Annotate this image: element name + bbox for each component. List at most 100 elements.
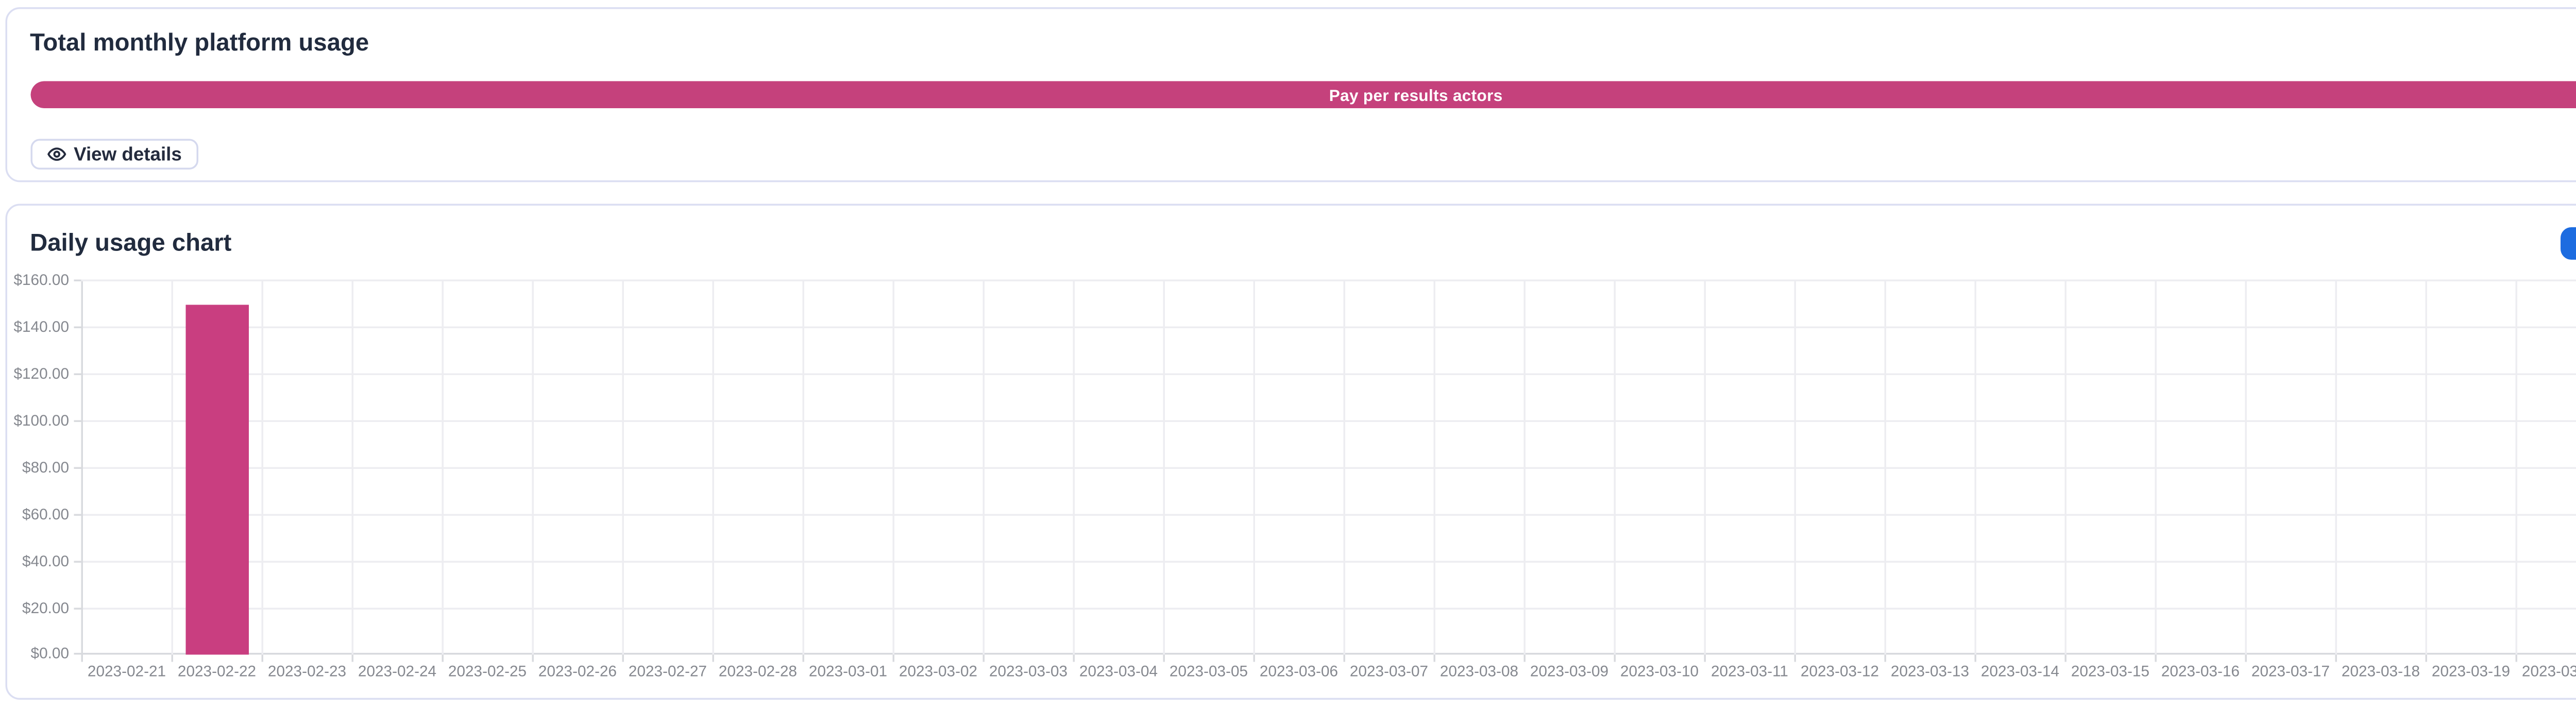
x-axis-label: 2023-03-09: [1524, 663, 1615, 683]
v-gridline: [442, 281, 444, 655]
v-gridline: [1614, 281, 1616, 655]
v-gridline: [892, 281, 894, 655]
h-gridline: [82, 327, 2576, 329]
x-axis-tick: [1704, 654, 1706, 662]
x-axis-tick: [2245, 654, 2247, 662]
v-gridline: [2245, 281, 2247, 655]
x-axis-label: 2023-03-17: [2246, 663, 2336, 683]
eye-icon: [47, 144, 67, 164]
y-axis-label: $20.00: [7, 598, 69, 618]
x-axis-label: 2023-02-27: [623, 663, 713, 683]
x-axis-tick: [2155, 654, 2157, 662]
page: Total monthly platform usage $150.00 Pay…: [0, 0, 2576, 709]
v-gridline: [351, 281, 353, 655]
x-axis-label: 2023-02-28: [713, 663, 803, 683]
x-axis-tick: [1433, 654, 1435, 662]
v-gridline: [532, 281, 534, 655]
x-axis-tick: [2515, 654, 2517, 662]
x-axis-tick: [1163, 654, 1165, 662]
y-axis-label: $100.00: [7, 411, 69, 431]
x-axis-label: 2023-02-21: [82, 663, 172, 683]
x-axis-tick: [622, 654, 624, 662]
h-gridline: [82, 561, 2576, 563]
v-gridline: [1523, 281, 1526, 655]
h-gridline: [82, 420, 2576, 423]
daily-usage-chart-card: Daily usage chart Absolute Cumulative $0…: [6, 205, 2576, 700]
h-gridline: [82, 607, 2576, 609]
y-axis-label: $40.00: [7, 551, 69, 571]
h-gridline: [82, 467, 2576, 469]
toggle-absolute[interactable]: Absolute: [2561, 228, 2576, 259]
x-axis-label: 2023-03-07: [1344, 663, 1434, 683]
x-axis-tick: [351, 654, 353, 662]
x-axis-label: 2023-03-05: [1164, 663, 1254, 683]
v-gridline: [1704, 281, 1706, 655]
v-gridline: [1974, 281, 1976, 655]
x-axis-label: 2023-03-19: [2426, 663, 2516, 683]
x-axis-label: 2023-03-04: [1074, 663, 1164, 683]
x-axis-label: 2023-03-18: [2336, 663, 2426, 683]
bar-2023-02-22[interactable]: [185, 305, 249, 654]
daily-usage-chart-title: Daily usage chart: [30, 230, 231, 257]
x-axis-tick: [2064, 654, 2066, 662]
y-axis-label: $140.00: [7, 318, 69, 338]
x-axis-label: 2023-02-26: [533, 663, 623, 683]
v-gridline: [2155, 281, 2157, 655]
x-axis-label: 2023-03-20: [2516, 663, 2576, 683]
usage-progress-segment[interactable]: Pay per results actors: [30, 81, 2576, 109]
v-gridline: [622, 281, 624, 655]
x-axis-tick: [982, 654, 985, 662]
usage-progress-label: Pay per results actors: [1329, 86, 1503, 104]
v-gridline: [1794, 281, 1796, 655]
v-gridline: [2335, 281, 2337, 655]
h-gridline: [82, 514, 2576, 516]
x-axis-tick: [1974, 654, 1976, 662]
x-axis-label: 2023-03-12: [1795, 663, 1885, 683]
x-axis-label: 2023-03-13: [1885, 663, 1975, 683]
v-gridline: [1884, 281, 1886, 655]
x-axis-label: 2023-03-15: [2065, 663, 2156, 683]
v-gridline: [2425, 281, 2427, 655]
x-axis-label: 2023-03-06: [1254, 663, 1344, 683]
x-axis-label: 2023-03-11: [1705, 663, 1795, 683]
x-axis-tick: [1523, 654, 1526, 662]
y-axis-label: $60.00: [7, 505, 69, 525]
x-axis-tick: [81, 654, 83, 662]
chart-mode-toggle: Absolute Cumulative: [2561, 228, 2576, 259]
y-axis-label: $120.00: [7, 365, 69, 385]
x-axis-tick: [1884, 654, 1886, 662]
v-gridline: [712, 281, 714, 655]
x-axis-tick: [1073, 654, 1075, 662]
usage-progress-track: Pay per results actors: [30, 81, 2576, 109]
v-gridline: [2515, 281, 2517, 655]
monthly-usage-title: Total monthly platform usage: [30, 29, 369, 56]
x-axis-tick: [712, 654, 714, 662]
x-axis-label: 2023-02-25: [443, 663, 533, 683]
x-axis-tick: [1794, 654, 1796, 662]
x-axis-tick: [1614, 654, 1616, 662]
v-gridline: [1073, 281, 1075, 655]
x-axis-tick: [171, 654, 173, 662]
h-gridline: [82, 280, 2576, 282]
x-axis-label: 2023-03-03: [984, 663, 1074, 683]
v-gridline: [81, 281, 83, 655]
v-gridline: [982, 281, 985, 655]
view-details-label: View details: [74, 143, 182, 165]
x-axis-tick: [2335, 654, 2337, 662]
v-gridline: [171, 281, 173, 655]
x-axis-label: 2023-03-14: [1975, 663, 2065, 683]
h-gridline: [82, 374, 2576, 376]
x-axis-tick: [2425, 654, 2427, 662]
x-axis-tick: [1253, 654, 1255, 662]
monthly-usage-card: Total monthly platform usage $150.00 Pay…: [6, 6, 2576, 182]
h-gridline: [82, 654, 2576, 656]
v-gridline: [1343, 281, 1345, 655]
view-details-button[interactable]: View details: [30, 140, 198, 170]
x-axis-tick: [532, 654, 534, 662]
x-axis-tick: [802, 654, 804, 662]
v-gridline: [1163, 281, 1165, 655]
x-axis-label: 2023-02-24: [352, 663, 443, 683]
x-axis-label: 2023-03-16: [2156, 663, 2246, 683]
x-axis-label: 2023-02-23: [262, 663, 352, 683]
v-gridline: [802, 281, 804, 655]
